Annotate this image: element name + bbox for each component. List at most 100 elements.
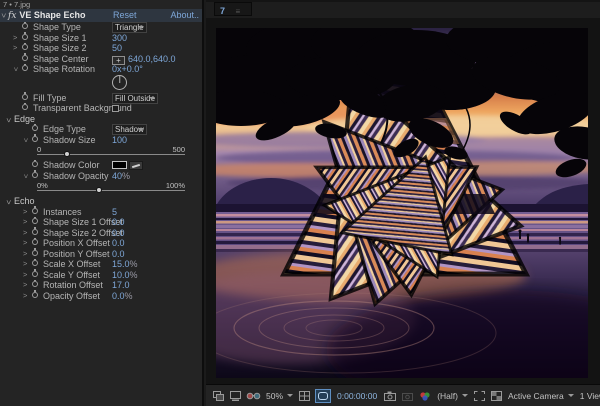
about-button[interactable]: About..	[170, 9, 199, 22]
panel-menu-icon[interactable]: ≡	[235, 7, 240, 16]
disclosure-icon[interactable]: >	[23, 228, 27, 239]
edge-group-row[interactable]: > Edge	[0, 114, 202, 125]
property-row-echo: > Position X Offset 0.0	[0, 238, 202, 249]
property-value[interactable]: 40	[112, 171, 122, 181]
slider-handle[interactable]	[64, 151, 70, 157]
reset-button[interactable]: Reset	[113, 9, 137, 22]
fill-type-dropdown[interactable]: Fill Outside	[112, 93, 158, 104]
stopwatch-icon[interactable]	[22, 104, 28, 110]
mask-visibility-icon[interactable]	[315, 389, 331, 403]
chevron-down-icon	[138, 128, 144, 131]
stopwatch-icon[interactable]	[32, 260, 38, 266]
magnification-dropdown[interactable]: 50%	[266, 391, 293, 401]
disclosure-icon[interactable]: >	[2, 199, 13, 206]
disclosure-icon[interactable]: >	[20, 174, 31, 178]
always-preview-icon[interactable]	[212, 390, 225, 402]
chevron-down-icon	[149, 97, 155, 100]
stopwatch-icon[interactable]	[32, 208, 38, 214]
stereo-glasses-icon[interactable]	[246, 390, 261, 402]
rotation-dial-icon[interactable]	[112, 75, 127, 90]
stopwatch-icon[interactable]	[22, 23, 28, 29]
property-value[interactable]: 10.0	[112, 270, 130, 280]
echo-group-row[interactable]: > Echo	[0, 196, 202, 207]
effect-controls-tab[interactable]: 7 • 7.jpg	[0, 0, 202, 9]
property-value[interactable]: 50	[112, 43, 122, 54]
disclosure-icon[interactable]: >	[20, 138, 31, 142]
disclosure-icon[interactable]: >	[23, 207, 27, 218]
stopwatch-icon[interactable]	[32, 229, 38, 235]
eyedropper-icon[interactable]	[129, 161, 143, 170]
disclosure-icon[interactable]: >	[13, 43, 17, 54]
effect-name: VE Shape Echo	[19, 10, 85, 20]
snapshot-camera-icon[interactable]	[383, 390, 397, 402]
stopwatch-icon[interactable]	[32, 292, 38, 298]
stopwatch-icon[interactable]	[22, 34, 28, 40]
slider-handle[interactable]	[96, 187, 102, 193]
property-row-echo: > Shape Size 1 Offset 0.0	[0, 217, 202, 228]
shape-type-dropdown[interactable]: Triangle	[112, 22, 147, 33]
disclosure-icon[interactable]: >	[23, 238, 27, 249]
transparency-grid-icon[interactable]	[490, 390, 503, 402]
resolution-dropdown[interactable]: (Half)	[437, 391, 468, 401]
stopwatch-icon[interactable]	[22, 55, 28, 61]
stopwatch-icon[interactable]	[32, 136, 38, 142]
camera-view-dropdown[interactable]: Active Camera	[508, 391, 574, 401]
property-label: Edge Type	[43, 124, 86, 135]
property-value[interactable]: 0.0	[112, 217, 125, 227]
region-of-interest-icon[interactable]	[473, 390, 486, 402]
monitor-icon[interactable]	[229, 390, 242, 402]
stopwatch-icon[interactable]	[32, 250, 38, 256]
channels-rgb-icon[interactable]	[418, 390, 432, 402]
property-value[interactable]: 0.0	[112, 291, 125, 301]
disclosure-icon[interactable]: >	[23, 217, 27, 228]
disclosure-icon[interactable]: >	[23, 291, 27, 302]
stopwatch-icon[interactable]	[32, 239, 38, 245]
chevron-down-icon	[287, 394, 293, 397]
color-swatch[interactable]	[112, 161, 127, 169]
property-value[interactable]: 0.0	[112, 238, 125, 248]
property-value[interactable]: 640.0,640.0	[128, 54, 176, 64]
chevron-down-icon	[138, 26, 144, 29]
disclosure-icon[interactable]: >	[2, 116, 13, 123]
stopwatch-icon[interactable]	[32, 172, 38, 178]
property-label: Shape Size 1	[33, 33, 87, 44]
view-layout-dropdown[interactable]: 1 View	[580, 391, 600, 401]
show-snapshot-icon[interactable]	[401, 390, 414, 402]
edge-type-dropdown[interactable]: Shadow	[112, 124, 147, 135]
stopwatch-icon[interactable]	[32, 218, 38, 224]
property-value[interactable]: 17.0	[112, 280, 130, 290]
disclosure-icon[interactable]: >	[13, 33, 17, 44]
composition-tab[interactable]: 7 ≡	[214, 2, 252, 16]
effect-header-row[interactable]: >fxVE Shape Echo Reset About..	[0, 9, 202, 22]
slider-max-label: 100%	[166, 181, 185, 190]
stopwatch-icon[interactable]	[32, 271, 38, 277]
stopwatch-icon[interactable]	[32, 281, 38, 287]
property-value[interactable]: 15.0	[112, 259, 130, 269]
disclosure-icon[interactable]: >	[23, 280, 27, 291]
shadow-size-slider: 0 500	[37, 145, 185, 160]
property-value[interactable]: 300	[112, 33, 127, 44]
disclosure-icon[interactable]: >	[10, 67, 21, 71]
property-row-echo: > Position Y Offset 0.0	[0, 249, 202, 260]
timecode[interactable]: 0:00:00:00	[337, 391, 377, 401]
property-value[interactable]: 5	[112, 207, 117, 217]
disclosure-icon[interactable]: >	[0, 12, 10, 19]
transparent-background-checkbox[interactable]	[112, 105, 119, 112]
property-value[interactable]: 0x+0.0°	[112, 64, 143, 75]
stopwatch-icon[interactable]	[22, 44, 28, 50]
disclosure-icon[interactable]: >	[23, 270, 27, 281]
property-value[interactable]: 0.0	[112, 249, 125, 259]
slider-track[interactable]	[37, 190, 185, 191]
stopwatch-icon[interactable]	[22, 65, 28, 71]
stopwatch-icon[interactable]	[22, 94, 28, 100]
disclosure-icon[interactable]: >	[23, 259, 27, 270]
stopwatch-icon[interactable]	[32, 161, 38, 167]
stopwatch-icon[interactable]	[32, 125, 38, 131]
slider-track[interactable]	[37, 154, 185, 155]
property-value[interactable]: 0.0	[112, 228, 125, 238]
property-value[interactable]: 100	[112, 135, 127, 146]
property-label: Shadow Size	[43, 135, 96, 146]
disclosure-icon[interactable]: >	[23, 249, 27, 260]
grid-guides-icon[interactable]	[298, 390, 311, 402]
property-label: Shape Type	[33, 22, 81, 33]
